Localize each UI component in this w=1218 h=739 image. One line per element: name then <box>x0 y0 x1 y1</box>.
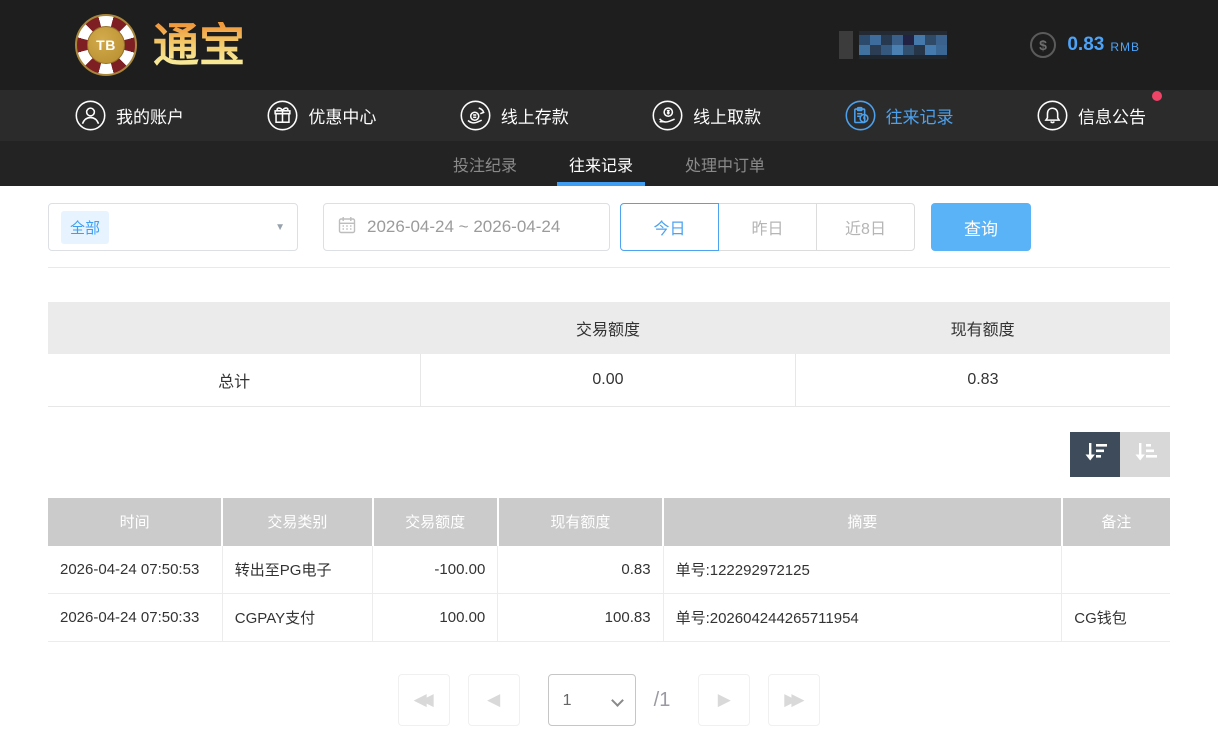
nav-label: 往来记录 <box>886 103 954 128</box>
last-page-button[interactable]: ▶▶ <box>768 674 820 726</box>
dollar-coin-icon: $ <box>1029 31 1057 59</box>
gift-icon <box>267 100 298 131</box>
tab-transaction-records[interactable]: 往来记录 <box>565 141 637 186</box>
selected-type-tag[interactable]: 全部 <box>61 211 109 244</box>
bell-icon <box>1037 100 1068 131</box>
cell-note <box>1062 546 1170 594</box>
col-type: 交易类别 <box>222 498 372 546</box>
summary-header-row: 交易额度 现有额度 <box>48 302 1170 354</box>
pixelated-username-icon <box>839 29 967 61</box>
caret-down-icon: ▼ <box>275 222 285 233</box>
last-8-days-button[interactable]: 近8日 <box>816 203 915 251</box>
summary-header-current-balance: 现有额度 <box>795 302 1170 354</box>
nav-label: 优惠中心 <box>308 103 376 128</box>
cell-amount: 100.00 <box>373 594 498 642</box>
notification-badge <box>1152 91 1162 101</box>
cell-type: CGPAY支付 <box>222 594 372 642</box>
last-page-icon: ▶▶ <box>784 690 798 710</box>
tab-betting-records[interactable]: 投注纪录 <box>449 141 521 186</box>
main-navigation: 我的账户 优惠中心 线上存款 <box>0 90 1218 141</box>
pagination: ◀◀ ◀ 1 /1 ▶ ▶▶ <box>48 674 1170 726</box>
page-total-label: /1 <box>654 689 671 712</box>
sub-navigation: 投注纪录 往来记录 处理中订单 <box>0 141 1218 186</box>
summary-header-empty <box>48 302 421 354</box>
col-note: 备注 <box>1062 498 1170 546</box>
col-amount: 交易额度 <box>373 498 498 546</box>
summary-header-transaction-amount: 交易额度 <box>421 302 796 354</box>
table-row: 2026-04-24 07:50:33 CGPAY支付 100.00 100.8… <box>48 594 1170 642</box>
cell-amount: -100.00 <box>373 546 498 594</box>
cell-note: CG钱包 <box>1062 594 1170 642</box>
nav-label: 线上取款 <box>693 103 761 128</box>
chip-monogram: TB <box>87 26 125 64</box>
balance-amount: 0.83 <box>1067 34 1104 56</box>
nav-label: 我的账户 <box>116 103 184 128</box>
summary-table: 交易额度 现有额度 总计 0.00 0.83 <box>48 302 1170 407</box>
tab-processing-orders[interactable]: 处理中订单 <box>681 141 769 186</box>
yesterday-button[interactable]: 昨日 <box>718 203 817 251</box>
table-row: 2026-04-24 07:50:53 转出至PG电子 -100.00 0.83… <box>48 546 1170 594</box>
date-range-value: 2026-04-24 ~ 2026-04-24 <box>367 217 560 237</box>
brand-name: 通宝 <box>153 22 245 68</box>
nav-item-promotions[interactable]: 优惠中心 <box>267 100 376 131</box>
cell-time: 2026-04-24 07:50:33 <box>48 594 222 642</box>
summary-total-label: 总计 <box>48 354 421 406</box>
calendar-icon <box>337 215 357 240</box>
summary-current-balance: 0.83 <box>795 354 1170 406</box>
sort-ascending-button[interactable] <box>1120 432 1170 477</box>
next-page-icon: ▶ <box>718 690 731 710</box>
nav-label: 线上存款 <box>501 103 569 128</box>
records-clipboard-icon <box>845 100 876 131</box>
cell-time: 2026-04-24 07:50:53 <box>48 546 222 594</box>
cell-balance: 100.83 <box>498 594 663 642</box>
main-content: 全部 ▼ 2026-04-24 ~ 2026-04-24 今日 昨日 近8日 查 <box>0 203 1218 726</box>
page-select[interactable]: 1 <box>549 675 635 725</box>
page-select-wrap: 1 <box>548 674 636 726</box>
date-range-picker[interactable]: 2026-04-24 ~ 2026-04-24 <box>323 203 610 251</box>
nav-item-announcements[interactable]: 信息公告 <box>1037 100 1146 131</box>
cell-type: 转出至PG电子 <box>222 546 372 594</box>
balance-display[interactable]: $ 0.83 RMB <box>1029 31 1140 59</box>
cell-summary: 单号:202604244265711954 <box>663 594 1062 642</box>
first-page-button[interactable]: ◀◀ <box>398 674 450 726</box>
records-table: 时间 交易类别 交易额度 现有额度 摘要 备注 2026-04-24 07:50… <box>48 498 1170 643</box>
previous-page-button[interactable]: ◀ <box>468 674 520 726</box>
withdraw-hand-icon <box>652 100 683 131</box>
sort-descending-button[interactable] <box>1070 432 1120 477</box>
svg-text:$: $ <box>1039 37 1047 53</box>
summary-transaction-amount: 0.00 <box>421 354 796 406</box>
cell-summary: 单号:122292972125 <box>663 546 1062 594</box>
poker-chip-logo-icon: TB <box>75 14 137 76</box>
filter-bar: 全部 ▼ 2026-04-24 ~ 2026-04-24 今日 昨日 近8日 查 <box>48 203 1170 251</box>
section-divider <box>48 267 1170 268</box>
query-button[interactable]: 查询 <box>931 203 1031 251</box>
user-area: $ 0.83 RMB <box>839 29 1140 61</box>
deposit-hand-icon <box>460 100 491 131</box>
brand-logo[interactable]: TB 通宝 <box>75 14 245 76</box>
sort-controls <box>48 432 1170 477</box>
nav-item-transaction-records[interactable]: 往来记录 <box>845 100 954 131</box>
balance-currency: RMB <box>1110 36 1140 54</box>
sort-ascending-icon <box>1132 440 1159 468</box>
username-redacted <box>839 29 967 61</box>
nav-item-deposit[interactable]: 线上存款 <box>460 100 569 131</box>
sort-descending-icon <box>1082 440 1109 468</box>
records-header-row: 时间 交易类别 交易额度 现有额度 摘要 备注 <box>48 498 1170 546</box>
user-icon <box>75 100 106 131</box>
first-page-icon: ◀◀ <box>414 690 428 710</box>
nav-item-withdraw[interactable]: 线上取款 <box>652 100 761 131</box>
col-balance: 现有额度 <box>498 498 663 546</box>
nav-label: 信息公告 <box>1078 103 1146 128</box>
summary-total-row: 总计 0.00 0.83 <box>48 354 1170 406</box>
col-time: 时间 <box>48 498 222 546</box>
nav-item-my-account[interactable]: 我的账户 <box>75 100 184 131</box>
cell-balance: 0.83 <box>498 546 663 594</box>
col-summary: 摘要 <box>663 498 1062 546</box>
quick-date-buttons: 今日 昨日 近8日 <box>620 203 915 251</box>
next-page-button[interactable]: ▶ <box>698 674 750 726</box>
previous-page-icon: ◀ <box>487 690 500 710</box>
type-select[interactable]: 全部 ▼ <box>48 203 298 251</box>
today-button[interactable]: 今日 <box>620 203 719 251</box>
top-header: TB 通宝 <box>0 0 1218 90</box>
